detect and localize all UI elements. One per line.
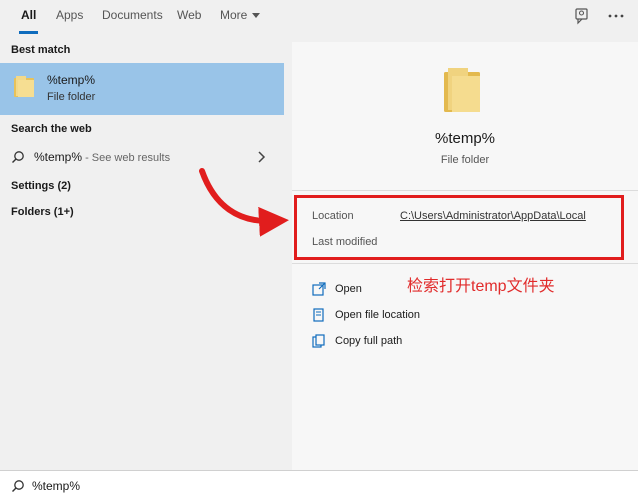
best-match-heading: Best match	[11, 44, 71, 56]
settings-heading[interactable]: Settings (2)	[11, 180, 71, 192]
open-icon	[312, 282, 326, 296]
tab-all[interactable]: All	[18, 0, 39, 34]
chevron-right-icon[interactable]	[256, 150, 266, 164]
search-input[interactable]	[32, 475, 332, 497]
highlight-box	[294, 195, 624, 260]
folders-heading[interactable]: Folders (1+)	[11, 206, 74, 218]
search-web-heading: Search the web	[11, 123, 92, 135]
feedback-icon[interactable]	[574, 7, 592, 25]
tab-more[interactable]: More	[220, 0, 261, 34]
chevron-down-icon	[252, 13, 261, 19]
copy-icon	[312, 334, 325, 348]
best-match-item[interactable]: %temp% File folder	[0, 63, 284, 115]
detail-subtitle: File folder	[440, 154, 490, 166]
details-pane: %temp% File folder Location C:\Users\Adm…	[292, 42, 638, 470]
divider	[292, 190, 638, 191]
tab-web[interactable]: Web	[177, 0, 201, 34]
best-match-title: %temp%	[47, 73, 96, 87]
search-tabs: All Apps Documents Web More	[0, 0, 638, 34]
best-match-subtitle: File folder	[47, 91, 96, 103]
detail-title: %temp%	[434, 130, 496, 147]
web-result-suffix: - See web results	[82, 152, 171, 164]
copy-full-path-label: Copy full path	[335, 335, 403, 347]
search-bar	[0, 470, 638, 500]
results-pane: Best match %temp% File folder Search the…	[0, 34, 284, 470]
web-result-query: %temp%	[34, 150, 83, 164]
folder-icon	[14, 76, 34, 97]
annotation-arrow-icon	[199, 168, 289, 237]
tab-documents[interactable]: Documents	[102, 0, 163, 34]
search-icon	[12, 480, 24, 492]
tab-more-label: More	[220, 8, 248, 22]
folder-large-icon	[444, 68, 480, 112]
file-location-icon	[313, 308, 324, 322]
more-icon[interactable]	[607, 7, 625, 25]
divider	[292, 263, 638, 264]
open-file-location-label: Open file location	[335, 309, 420, 321]
open-label: Open	[335, 283, 362, 295]
annotation-text: 检索打开temp文件夹	[407, 278, 555, 295]
search-icon	[12, 151, 24, 163]
tab-apps[interactable]: Apps	[56, 0, 83, 34]
